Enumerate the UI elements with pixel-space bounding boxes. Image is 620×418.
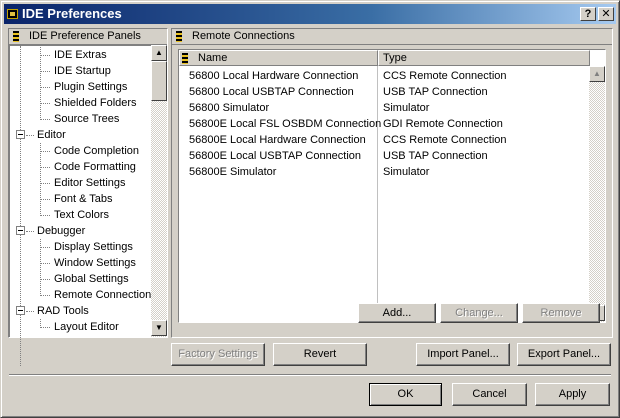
collapse-icon[interactable] <box>16 226 25 235</box>
column-header-name[interactable]: Name <box>179 50 378 66</box>
panel-tree[interactable]: IDE Extras IDE Startup Plugin Settings Shie… <box>9 45 167 366</box>
connections-list[interactable]: Name Type 56800 Local Hardware Connectio… <box>178 49 606 323</box>
apply-button[interactable]: Apply <box>535 383 610 406</box>
tree-item[interactable]: Editor <box>37 127 66 143</box>
remove-button[interactable]: Remove <box>522 303 600 323</box>
tree-item[interactable]: Remote Connections <box>40 287 157 303</box>
tree-item[interactable]: Font & Tabs <box>40 191 113 207</box>
cancel-button[interactable]: Cancel <box>452 383 527 406</box>
tree-item[interactable]: Layout Editor <box>40 319 119 335</box>
connection-type-cell[interactable]: USB TAP Connection <box>383 84 488 100</box>
app-icon <box>7 9 18 19</box>
tree-child-connector <box>40 47 41 120</box>
connection-type-cell[interactable]: CCS Remote Connection <box>383 68 507 84</box>
collapse-icon[interactable] <box>16 130 25 139</box>
tree-item[interactable]: Code Formatting <box>40 159 136 175</box>
grip-icon <box>182 53 188 64</box>
connection-name-cell[interactable]: 56800 Simulator <box>189 100 269 116</box>
add-button[interactable]: Add... <box>358 303 436 323</box>
import-panel-button[interactable]: Import Panel... <box>416 343 510 366</box>
list-scroll-up-button[interactable]: ▲ <box>589 66 605 82</box>
column-name-label: Name <box>198 52 228 64</box>
connection-type-cell[interactable]: CCS Remote Connection <box>383 132 507 148</box>
tree-child-connector <box>40 143 41 216</box>
tree-item[interactable]: Text Colors <box>39 207 109 223</box>
tree-item[interactable]: Window Settings <box>40 255 136 271</box>
tree-branch-line <box>26 231 34 232</box>
separator <box>9 374 611 376</box>
panel-list-title: IDE Preference Panels <box>29 30 141 42</box>
scroll-thumb[interactable] <box>151 61 167 101</box>
scroll-down-button[interactable]: ▼ <box>151 320 167 336</box>
connection-name-cell[interactable]: 56800E Local Hardware Connection <box>189 132 366 148</box>
panel-header: Remote Connections <box>172 29 612 45</box>
list-scrollbar[interactable]: ▲ ▼ <box>589 66 605 322</box>
connection-name-cell[interactable]: 56800E Local USBTAP Connection <box>189 148 361 164</box>
tree-item[interactable]: Editor Settings <box>40 175 126 191</box>
column-type-label: Type <box>383 52 407 64</box>
tree-item[interactable]: RAD Tools <box>37 303 89 319</box>
tree-branch-line <box>26 135 34 136</box>
connection-type-cell[interactable]: USB TAP Connection <box>383 148 488 164</box>
preferences-window: IDE Preferences ? ✕ IDE Preference Panel… <box>0 0 620 418</box>
tree-item[interactable]: IDE Extras <box>40 47 107 63</box>
tree-trunk-line <box>20 46 21 366</box>
panel-list-header: IDE Preference Panels <box>9 29 167 45</box>
connection-name-cell[interactable]: 56800 Local Hardware Connection <box>189 68 358 84</box>
tree-item[interactable]: Global Settings <box>40 271 129 287</box>
tree-item[interactable]: Plugin Settings <box>39 79 127 95</box>
grip-icon <box>13 31 19 42</box>
close-button[interactable]: ✕ <box>598 7 614 21</box>
tree-scrollbar[interactable]: ▲ ▼ <box>151 45 167 337</box>
title-bar[interactable]: IDE Preferences ? ✕ <box>4 4 616 24</box>
ok-button[interactable]: OK <box>369 383 442 406</box>
preference-panels: IDE Preference Panels IDE Extras IDE Star… <box>8 28 168 366</box>
tree-item[interactable]: Display Settings <box>40 239 133 255</box>
tree-child-connector <box>40 319 41 328</box>
tree-item[interactable]: Source Trees <box>39 111 119 127</box>
tree-item[interactable]: Code Completion <box>40 143 139 159</box>
scroll-up-button[interactable]: ▲ <box>151 45 167 61</box>
connection-name-cell[interactable]: 56800E Simulator <box>189 164 276 180</box>
help-button[interactable]: ? <box>580 7 596 21</box>
tree-branch-line <box>26 311 34 312</box>
tree-child-connector <box>40 239 41 296</box>
grip-icon <box>176 31 182 42</box>
connection-type-cell[interactable]: Simulator <box>383 100 429 116</box>
tree-item[interactable]: Debugger <box>37 223 85 239</box>
collapse-icon[interactable] <box>16 306 25 315</box>
panel-title: Remote Connections <box>192 30 295 42</box>
connection-type-cell[interactable]: GDI Remote Connection <box>383 116 503 132</box>
column-divider <box>377 66 378 322</box>
remote-connections-panel: Remote Connections Name Type 56800 Local… <box>171 28 613 338</box>
revert-button[interactable]: Revert <box>273 343 367 366</box>
change-button[interactable]: Change... <box>440 303 518 323</box>
connection-name-cell[interactable]: 56800 Local USBTAP Connection <box>189 84 354 100</box>
tree-item[interactable]: Shielded Folders <box>40 95 137 111</box>
export-panel-button[interactable]: Export Panel... <box>517 343 611 366</box>
column-header-type[interactable]: Type <box>378 50 590 66</box>
window-title: IDE Preferences <box>22 6 122 21</box>
tree-item[interactable]: IDE Startup <box>40 63 111 79</box>
connection-name-cell[interactable]: 56800E Local FSL OSBDM Connection <box>189 116 381 132</box>
connection-type-cell[interactable]: Simulator <box>383 164 429 180</box>
factory-settings-button[interactable]: Factory Settings <box>171 343 265 366</box>
